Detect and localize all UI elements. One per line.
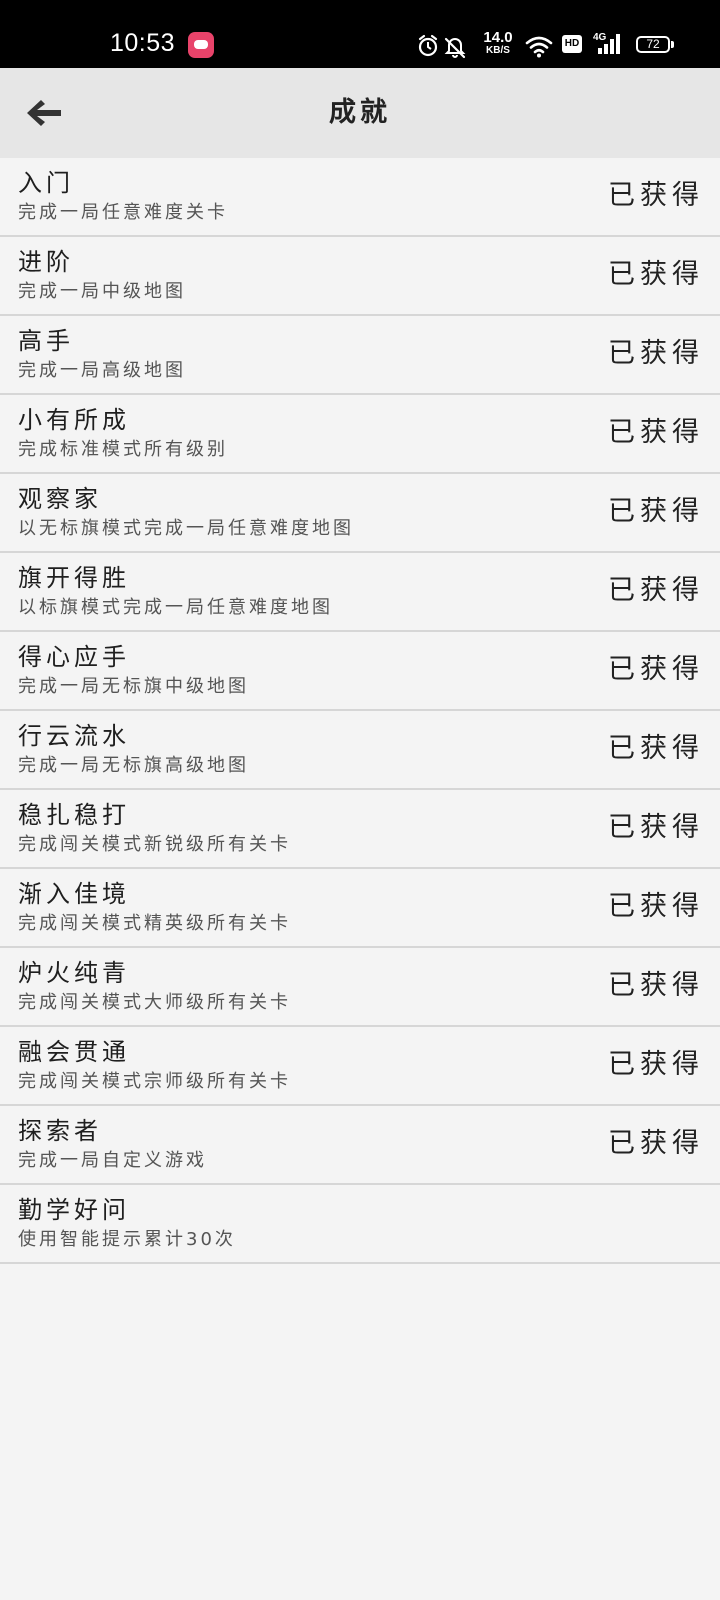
achievement-title: 观察家: [18, 485, 102, 513]
achievement-description: 使用智能提示累计30次: [18, 1229, 236, 1250]
status-time: 10:53: [110, 29, 176, 57]
achievement-status: 已获得: [608, 1049, 704, 1080]
achievement-status: 已获得: [608, 812, 704, 843]
achievement-item[interactable]: 得心应手 完成一局无标旗中级地图 已获得: [0, 632, 720, 711]
battery-icon: 72: [636, 36, 674, 53]
achievement-title: 小有所成: [18, 406, 130, 434]
app-toolbar: 成就: [0, 68, 720, 158]
achievement-description: 完成标准模式所有级别: [18, 439, 228, 460]
achievement-description: 完成一局高级地图: [18, 360, 186, 381]
achievement-description: 完成闯关模式大师级所有关卡: [18, 992, 291, 1013]
achievement-status: 已获得: [608, 891, 704, 922]
app-notification-icon: [188, 32, 214, 58]
achievement-title: 行云流水: [18, 722, 130, 750]
achievement-title: 高手: [18, 327, 74, 355]
achievement-description: 完成一局自定义游戏: [18, 1150, 207, 1171]
achievement-title: 炉火纯青: [18, 959, 130, 987]
achievement-status: 已获得: [608, 180, 704, 211]
arrow-left-icon: [27, 100, 61, 126]
network-speed: 14.0 KB/S: [480, 30, 516, 56]
achievement-item[interactable]: 稳扎稳打 完成闯关模式新锐级所有关卡 已获得: [0, 790, 720, 869]
achievement-item[interactable]: 观察家 以无标旗模式完成一局任意难度地图 已获得: [0, 474, 720, 553]
signal-icon: [598, 34, 620, 54]
achievement-title: 勤学好问: [18, 1196, 130, 1224]
achievement-status: 已获得: [608, 417, 704, 448]
achievement-description: 完成一局无标旗中级地图: [18, 676, 249, 697]
alarm-icon: [418, 34, 438, 57]
achievement-description: 以标旗模式完成一局任意难度地图: [18, 597, 333, 618]
achievement-item[interactable]: 小有所成 完成标准模式所有级别 已获得: [0, 395, 720, 474]
achievement-item[interactable]: 入门 完成一局任意难度关卡 已获得: [0, 158, 720, 237]
achievement-item[interactable]: 高手 完成一局高级地图 已获得: [0, 316, 720, 395]
achievement-description: 完成一局无标旗高级地图: [18, 755, 249, 776]
achievement-item[interactable]: 旗开得胜 以标旗模式完成一局任意难度地图 已获得: [0, 553, 720, 632]
achievement-description: 完成一局中级地图: [18, 281, 186, 302]
achievement-title: 进阶: [18, 248, 74, 276]
achievement-title: 旗开得胜: [18, 564, 130, 592]
hd-voice-icon: HD: [562, 35, 582, 53]
achievement-item[interactable]: 勤学好问 使用智能提示累计30次: [0, 1185, 720, 1264]
achievement-item[interactable]: 炉火纯青 完成闯关模式大师级所有关卡 已获得: [0, 948, 720, 1027]
achievement-item[interactable]: 探索者 完成一局自定义游戏 已获得: [0, 1106, 720, 1185]
achievement-status: 已获得: [608, 733, 704, 764]
achievement-item[interactable]: 进阶 完成一局中级地图 已获得: [0, 237, 720, 316]
achievement-status: 已获得: [608, 259, 704, 290]
achievement-title: 得心应手: [18, 643, 130, 671]
back-button[interactable]: [16, 86, 72, 140]
achievement-status: 已获得: [608, 575, 704, 606]
network-speed-unit: KB/S: [486, 45, 510, 56]
achievement-status: 已获得: [608, 970, 704, 1001]
bell-muted-icon: [444, 37, 466, 59]
achievement-title: 稳扎稳打: [18, 801, 130, 829]
achievement-description: 以无标旗模式完成一局任意难度地图: [18, 518, 354, 539]
achievement-description: 完成闯关模式宗师级所有关卡: [18, 1071, 291, 1092]
network-speed-value: 14.0: [483, 29, 513, 46]
achievement-description: 完成一局任意难度关卡: [18, 202, 228, 223]
wifi-icon: [525, 36, 553, 58]
achievement-title: 融会贯通: [18, 1038, 130, 1066]
status-bar: 10:53 14.0 KB/S HD 4G 72: [0, 0, 720, 68]
achievement-item[interactable]: 行云流水 完成一局无标旗高级地图 已获得: [0, 711, 720, 790]
achievement-status: 已获得: [608, 1128, 704, 1159]
achievement-title: 渐入佳境: [18, 880, 130, 908]
achievement-title: 入门: [18, 169, 74, 197]
achievement-status: 已获得: [608, 338, 704, 369]
achievement-status: 已获得: [608, 496, 704, 527]
achievement-title: 探索者: [18, 1117, 102, 1145]
achievement-status: 已获得: [608, 654, 704, 685]
achievement-description: 完成闯关模式新锐级所有关卡: [18, 834, 291, 855]
page-title: 成就: [329, 97, 391, 128]
achievement-item[interactable]: 融会贯通 完成闯关模式宗师级所有关卡 已获得: [0, 1027, 720, 1106]
achievement-description: 完成闯关模式精英级所有关卡: [18, 913, 291, 934]
achievement-list: 入门 完成一局任意难度关卡 已获得 进阶 完成一局中级地图 已获得 高手 完成一…: [0, 158, 720, 1264]
achievement-item[interactable]: 渐入佳境 完成闯关模式精英级所有关卡 已获得: [0, 869, 720, 948]
